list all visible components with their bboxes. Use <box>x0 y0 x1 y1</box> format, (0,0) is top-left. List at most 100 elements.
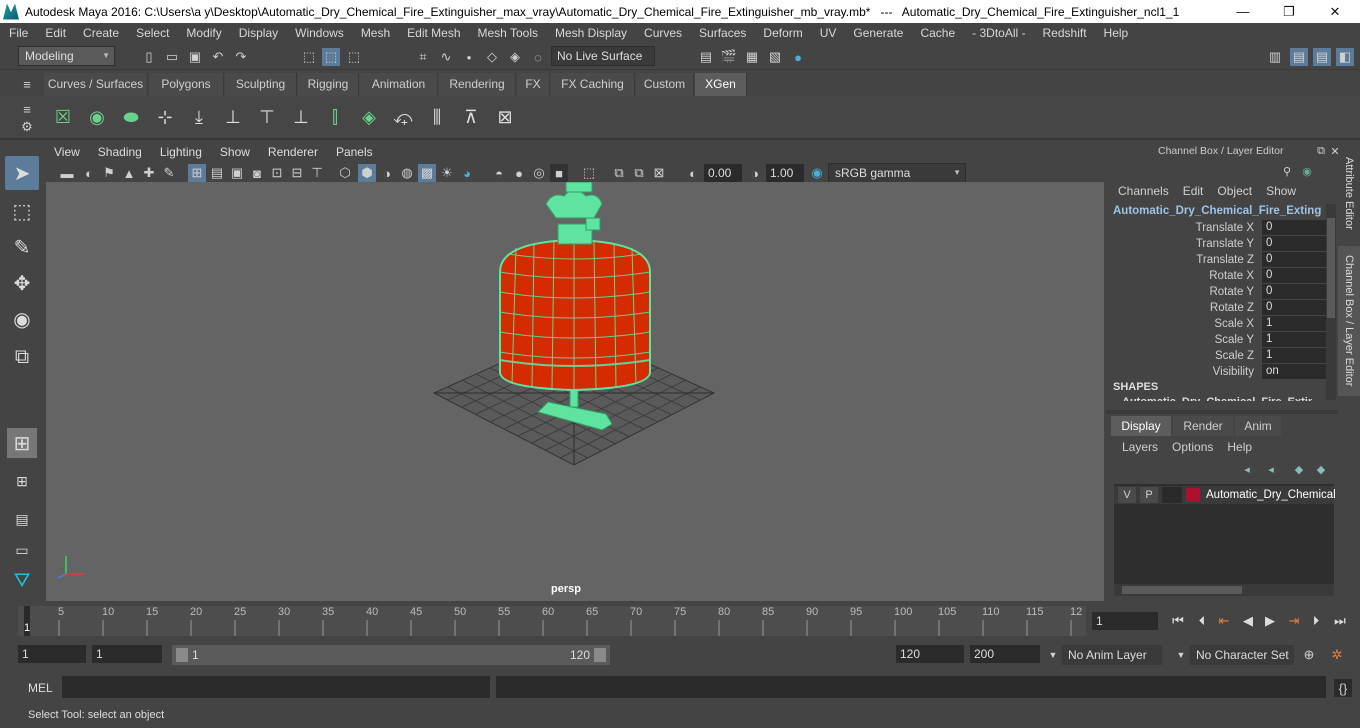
shelf-collapse-icon[interactable]: ≡ <box>18 100 36 118</box>
menu-cache[interactable]: Cache <box>911 26 963 40</box>
workspace-icon[interactable]: ▥ <box>1266 48 1284 66</box>
panel-menu-shading[interactable]: Shading <box>88 145 150 159</box>
grease-pencil-icon[interactable]: ✎ <box>160 164 178 182</box>
shelf-tab-polygons[interactable]: Polygons <box>149 73 224 96</box>
time-slider[interactable]: 5 10 15 20 25 30 35 40 45 50 55 60 65 70… <box>0 602 1360 638</box>
move-tool-icon[interactable]: ✥ <box>5 266 39 300</box>
select-object-icon[interactable]: ⬚ <box>322 48 340 66</box>
shelf-tab-rigging[interactable]: Rigging <box>298 73 359 96</box>
screen-space-ao-icon[interactable]: ◕ <box>458 164 476 182</box>
menu-windows[interactable]: Windows <box>286 26 352 40</box>
hypershade-icon[interactable]: ● <box>789 48 807 66</box>
xray-components-icon[interactable]: ⧉ <box>630 164 648 182</box>
layer-color-swatch[interactable] <box>1186 488 1200 502</box>
shelf-tab-fx[interactable]: FX <box>517 73 550 96</box>
field-chart-icon[interactable]: ⊡ <box>268 164 286 182</box>
step-back-key-icon[interactable]: ⇤ <box>1214 612 1234 630</box>
move-layer-up-icon[interactable]: ◂ <box>1238 460 1256 478</box>
shelf-tab-rendering[interactable]: Rendering <box>439 73 516 96</box>
camera-select-icon[interactable]: ▬ <box>58 164 76 182</box>
panel-menu-show[interactable]: Show <box>210 145 258 159</box>
object-menu[interactable]: Object <box>1217 184 1252 202</box>
attr-scale-z[interactable]: Scale Z1 <box>1106 348 1326 364</box>
menu-help[interactable]: Help <box>1095 26 1137 40</box>
minimize-button[interactable]: — <box>1220 0 1266 23</box>
xgen-place-guide-icon[interactable]: ⊹ <box>150 101 180 133</box>
time-slider-track[interactable]: 5 10 15 20 25 30 35 40 45 50 55 60 65 70… <box>18 606 1086 636</box>
rotate-tool-icon[interactable]: ◉ <box>5 302 39 336</box>
xgen-create-description-icon[interactable]: ⬬ <box>116 101 146 133</box>
maximize-button[interactable]: ❐ <box>1266 0 1312 23</box>
layer-tab-anim[interactable]: Anim <box>1235 416 1281 436</box>
show-channel-box-icon[interactable]: ◧ <box>1336 48 1354 66</box>
layers-menu[interactable]: Layers <box>1122 440 1158 458</box>
anim-start-field[interactable]: 1 <box>18 645 86 663</box>
layer-list-scroll-thumb[interactable] <box>1122 586 1242 594</box>
menu-edit-mesh[interactable]: Edit Mesh <box>398 26 468 40</box>
cb-edit-menu[interactable]: Edit <box>1183 184 1204 202</box>
selected-object-name[interactable]: Automatic_Dry_Chemical_Fire_Extingu... <box>1113 205 1321 217</box>
film-gate-icon[interactable]: ▤ <box>208 164 226 182</box>
mode-dropdown[interactable]: Modeling <box>18 46 115 66</box>
isolate-select-icon[interactable]: ■ <box>550 164 568 182</box>
character-set-dropdown-arrow[interactable]: ▼ <box>1172 646 1190 664</box>
xgen-add-guide-icon[interactable]: ⊥ <box>218 101 248 133</box>
panel-menu-view[interactable]: View <box>44 145 88 159</box>
gamma-icon[interactable]: ◑ <box>746 164 764 182</box>
step-forward-key-icon[interactable]: ⇥ <box>1284 612 1304 630</box>
select-hierarchy-icon[interactable]: ⬚ <box>300 48 318 66</box>
render-view-icon[interactable]: ▧ <box>766 48 784 66</box>
go-to-end-icon[interactable]: ⏭ <box>1330 612 1350 630</box>
menu-mesh-display[interactable]: Mesh Display <box>546 26 635 40</box>
channel-box-key-icon[interactable]: ⚲ <box>1278 162 1296 180</box>
channel-box-layer-editor-tab[interactable]: Channel Box / Layer Editor <box>1338 246 1360 396</box>
safe-title-icon[interactable]: ⊤ <box>308 164 326 182</box>
new-empty-layer-icon[interactable]: ◆ <box>1290 460 1308 478</box>
wireframe-on-shaded-icon[interactable]: ◑ <box>378 164 396 182</box>
xgen-cut-guide-icon[interactable]: ⊼ <box>456 101 486 133</box>
scale-tool-icon[interactable]: ⧉ <box>5 340 39 374</box>
shelf-tab-curves-surfaces[interactable]: Curves / Surfaces <box>44 73 148 96</box>
color-management-icon[interactable]: ◉ <box>808 164 826 182</box>
xgen-move-guide-icon[interactable]: ⤓ <box>184 101 214 133</box>
panel-divider[interactable] <box>1106 410 1338 414</box>
gamma-field[interactable]: 1.00 <box>766 164 804 182</box>
open-scene-icon[interactable]: ▭ <box>163 48 181 66</box>
attr-translate-x[interactable]: Translate X0 <box>1106 220 1326 236</box>
menu-display[interactable]: Display <box>230 26 286 40</box>
menu-generate[interactable]: Generate <box>844 26 911 40</box>
render-settings-icon[interactable]: ▤ <box>697 48 715 66</box>
menu-select[interactable]: Select <box>127 26 177 40</box>
image-plane-icon[interactable]: ▲ <box>120 164 138 182</box>
shadows-icon[interactable]: ☀ <box>438 164 456 182</box>
shelf-tab-custom[interactable]: Custom <box>636 73 694 96</box>
attr-rotate-x[interactable]: Rotate X0 <box>1106 268 1326 284</box>
menu-3dtoall[interactable]: - 3DtoAll - <box>963 26 1033 40</box>
menu-redshift[interactable]: Redshift <box>1034 26 1095 40</box>
move-layer-down-icon[interactable]: ◂ <box>1262 460 1280 478</box>
select-component-icon[interactable]: ⬚ <box>345 48 363 66</box>
snap-curve-icon[interactable]: ∿ <box>437 48 455 66</box>
attr-visibility[interactable]: Visibility on <box>1106 364 1326 380</box>
color-space-dropdown[interactable]: sRGB gamma <box>828 163 966 183</box>
layer-name[interactable]: Automatic_Dry_Chemical <box>1206 486 1336 504</box>
panel-menu-renderer[interactable]: Renderer <box>258 145 326 159</box>
outliner-layout-icon[interactable]: ▤ <box>7 504 37 534</box>
maya-home-icon[interactable]: ⛛ <box>5 564 39 598</box>
channel-box-scrollbar[interactable] <box>1326 204 1336 400</box>
attr-translate-z[interactable]: Translate Z0 <box>1106 252 1326 268</box>
step-forward-frame-icon[interactable]: ⏵ <box>1306 612 1326 630</box>
panel-menu-lighting[interactable]: Lighting <box>150 145 210 159</box>
menu-modify[interactable]: Modify <box>177 26 229 40</box>
attr-rotate-y[interactable]: Rotate Y0 <box>1106 284 1326 300</box>
show-attribute-editor-icon[interactable]: ▤ <box>1290 48 1308 66</box>
layer-help-menu[interactable]: Help <box>1227 440 1252 458</box>
range-slider[interactable]: 1 120 <box>172 645 610 665</box>
smooth-shade-icon[interactable]: ⬢ <box>358 164 376 182</box>
paint-select-tool-icon[interactable]: ✎ <box>5 230 39 264</box>
channel-box-scroll-thumb[interactable] <box>1327 218 1335 318</box>
render-frame-icon[interactable]: 🎬 <box>720 48 738 66</box>
xgen-editor-icon[interactable]: ☒ <box>48 101 78 133</box>
save-scene-icon[interactable]: ▣ <box>186 48 204 66</box>
select-tool-icon[interactable]: ➤ <box>5 156 39 190</box>
